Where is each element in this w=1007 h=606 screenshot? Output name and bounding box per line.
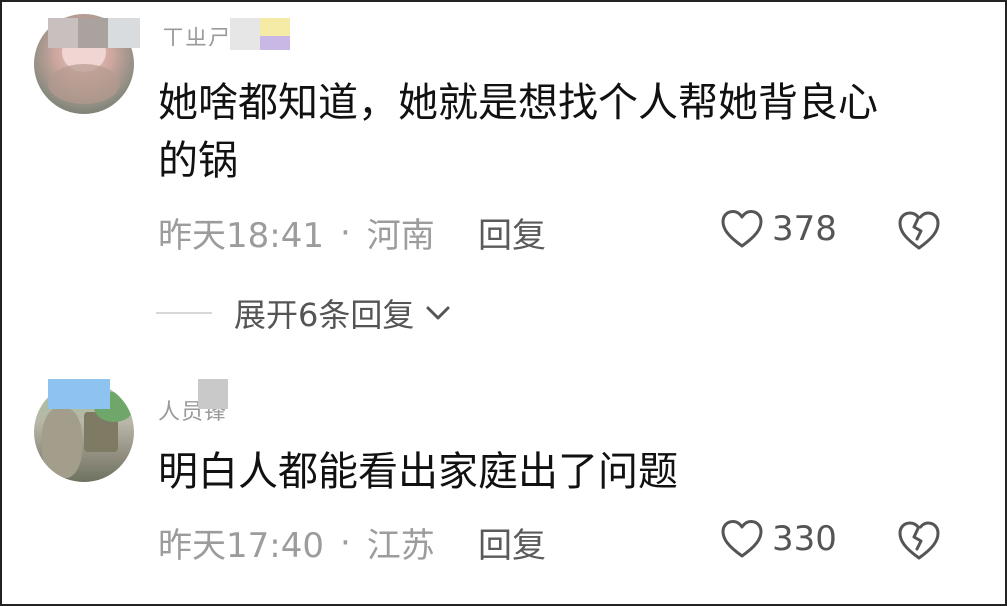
like-count: 378	[772, 209, 837, 249]
dislike-button[interactable]	[896, 518, 942, 562]
like-button[interactable]: 330	[720, 518, 837, 560]
dislike-button[interactable]	[896, 208, 942, 252]
comment-location: 河南	[366, 216, 435, 256]
heart-icon	[721, 210, 763, 248]
expand-replies-label: 展开6条回复	[234, 296, 415, 334]
comment-list: ㄒㄓㄕ 她啥都知道，她就是想找个人帮她背良心 的锅 昨天18:41 · 河南 回…	[0, 0, 1007, 606]
username-mosaic	[48, 379, 110, 409]
username-mosaic	[198, 379, 228, 409]
meta-separator: ·	[339, 212, 351, 253]
broken-heart-icon	[898, 211, 940, 250]
chevron-down-icon	[426, 306, 450, 320]
comment-text-line: 明白人都能看出家庭出了问题	[158, 449, 678, 495]
expand-replies-button[interactable]: 展开6条回复	[156, 290, 452, 336]
reply-button[interactable]: 回复	[478, 518, 546, 567]
username-mosaic	[230, 18, 290, 50]
comment-meta: 昨天17:40 · 江苏	[158, 518, 435, 567]
comment-text-line: 的锅	[158, 138, 238, 184]
comment-time: 昨天17:40	[158, 526, 324, 566]
comment-text-line: 她啥都知道，她就是想找个人帮她背良心	[158, 80, 878, 126]
like-button[interactable]: 378	[720, 208, 837, 250]
meta-separator: ·	[339, 522, 351, 563]
comment-location: 江苏	[366, 526, 435, 566]
comment-username[interactable]: ㄒㄓㄕ	[162, 20, 231, 46]
comment-meta: 昨天18:41 · 河南	[158, 208, 435, 257]
comment-content: 她啥都知道，她就是想找个人帮她背良心 的锅	[158, 74, 938, 190]
reply-button[interactable]: 回复	[478, 208, 546, 257]
comment-content: 明白人都能看出家庭出了问题	[158, 443, 938, 501]
username-mosaic	[48, 18, 140, 48]
divider-line	[156, 312, 212, 314]
broken-heart-icon	[898, 521, 940, 560]
like-count: 330	[772, 519, 837, 559]
comment-time: 昨天18:41	[158, 216, 324, 256]
heart-icon	[721, 520, 763, 558]
